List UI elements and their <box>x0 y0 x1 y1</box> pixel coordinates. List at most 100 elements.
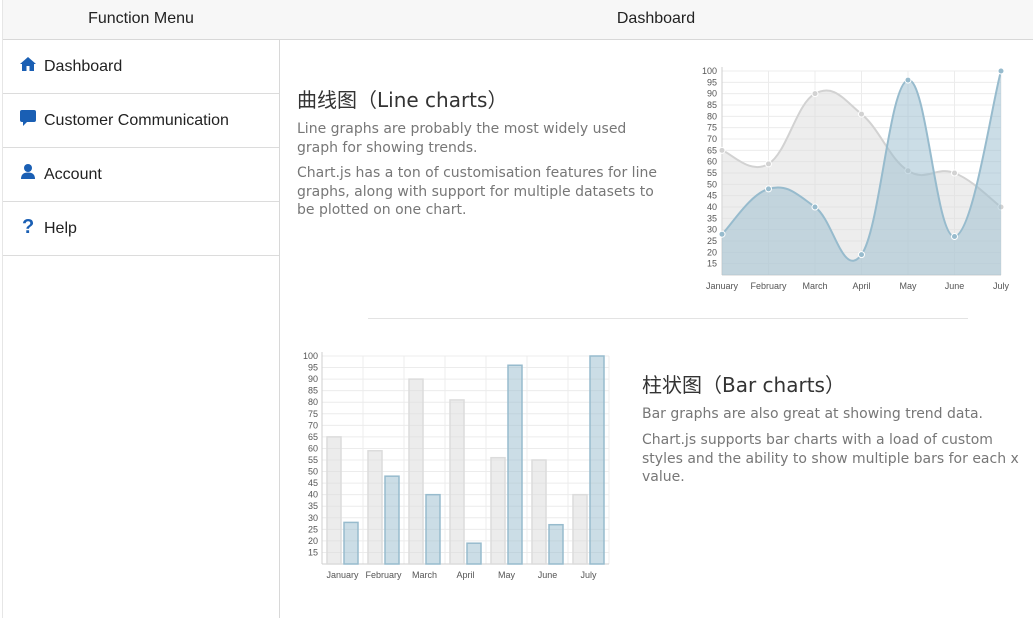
y-tick-label: 85 <box>707 100 717 110</box>
line-section-text-2: Chart.js has a ton of customisation feat… <box>297 165 657 218</box>
bar <box>572 493 588 565</box>
x-tick-label: January <box>706 281 739 291</box>
y-tick-label: 35 <box>308 501 318 511</box>
y-tick-label: 30 <box>707 225 717 235</box>
x-tick-label: June <box>538 570 558 580</box>
y-tick-label: 85 <box>308 386 318 396</box>
bar <box>589 355 605 565</box>
line-section-text-1: Line graphs are probably the most widely… <box>297 121 627 156</box>
x-tick-label: February <box>750 281 787 291</box>
y-tick-label: 75 <box>308 409 318 419</box>
y-tick-label: 25 <box>707 236 717 246</box>
y-tick-label: 60 <box>707 157 717 167</box>
bar-section-title: 柱状图（Bar charts） <box>642 373 845 397</box>
x-tick-label: April <box>852 281 870 291</box>
bar-section-text-1: Bar graphs are also great at showing tre… <box>642 406 983 422</box>
bar-chart: 1520 2530 3540 4550 55 6065 7075 8085 9095 100 Jan… <box>303 351 610 580</box>
user-icon <box>18 162 38 182</box>
sidebar-item-customer-communication[interactable]: Customer Communication <box>3 94 279 148</box>
data-point <box>718 230 726 238</box>
sidebar-item-help[interactable]: ? Help <box>3 202 279 256</box>
data-point <box>765 160 772 168</box>
x-tick-label: June <box>945 281 965 291</box>
x-tick-label: March <box>802 281 827 291</box>
x-tick-label: April <box>456 570 474 580</box>
y-tick-label: 25 <box>308 524 318 534</box>
data-point <box>765 185 772 193</box>
y-tick-label: 30 <box>308 513 318 523</box>
sidebar-item-account[interactable]: Account <box>3 148 279 202</box>
svg-text:?: ? <box>22 216 34 236</box>
y-tick-label: 35 <box>707 213 717 223</box>
bar <box>425 493 441 565</box>
line-section-title: 曲线图（Line charts） <box>297 88 508 112</box>
y-tick-label: 50 <box>707 179 717 189</box>
bar <box>326 436 342 565</box>
x-tick-label: March <box>412 570 437 580</box>
bar <box>367 450 383 565</box>
bar <box>531 459 547 565</box>
x-tick-label: July <box>580 570 597 580</box>
y-tick-label: 15 <box>308 547 318 557</box>
y-tick-label: 100 <box>303 351 318 361</box>
y-tick-label: 20 <box>308 536 318 546</box>
y-tick-label: 45 <box>707 191 717 201</box>
y-tick-label: 90 <box>308 374 318 384</box>
bar-section-text-2: Chart.js supports bar charts with a load… <box>642 432 1019 485</box>
data-point <box>951 232 958 240</box>
data-point <box>997 67 1005 75</box>
x-tick-label: January <box>326 570 359 580</box>
y-tick-label: 20 <box>707 247 717 257</box>
y-tick-label: 100 <box>702 66 717 76</box>
y-tick-label: 75 <box>707 123 717 133</box>
y-tick-label: 15 <box>707 259 717 269</box>
data-point <box>858 251 865 259</box>
data-point <box>718 146 726 154</box>
line-chart: 15 202530 354045 505560 657075 808590 95100 Jan… <box>702 66 1010 291</box>
x-tick-label: February <box>365 570 402 580</box>
y-tick-label: 95 <box>707 77 717 87</box>
y-tick-label: 40 <box>707 202 717 212</box>
y-tick-label: 50 <box>308 467 318 477</box>
section-divider <box>368 318 968 319</box>
bar <box>548 523 564 565</box>
sidebar-item-label: Help <box>44 219 77 237</box>
y-tick-label: 40 <box>308 490 318 500</box>
y-tick-label: 70 <box>308 420 318 430</box>
data-point <box>951 169 958 177</box>
bar <box>466 542 482 565</box>
sidebar-item-dashboard[interactable]: Dashboard <box>3 40 279 94</box>
y-tick-label: 65 <box>308 432 318 442</box>
data-point <box>904 76 912 84</box>
y-tick-label: 80 <box>308 397 318 407</box>
y-tick-label: 70 <box>707 134 717 144</box>
bar <box>343 521 359 565</box>
x-tick-label: May <box>899 281 917 291</box>
data-point <box>811 90 819 98</box>
sidebar-item-label: Customer Communication <box>44 111 229 129</box>
bar <box>449 399 465 565</box>
y-tick-label: 80 <box>707 111 717 121</box>
sidebar-title: Function Menu <box>3 0 279 40</box>
bar <box>507 364 523 565</box>
bar <box>408 378 424 565</box>
y-tick-label: 60 <box>308 443 318 453</box>
y-tick-label: 95 <box>308 363 318 373</box>
question-icon: ? <box>18 216 38 236</box>
bar <box>490 456 506 565</box>
sidebar: Function Menu Dashboard Customer Communi… <box>2 0 280 618</box>
x-tick-label: July <box>993 281 1010 291</box>
y-tick-label: 65 <box>707 145 717 155</box>
page-title: Dashboard <box>279 0 1033 40</box>
bar <box>384 475 400 565</box>
y-tick-label: 45 <box>308 478 318 488</box>
sidebar-item-label: Dashboard <box>44 57 123 75</box>
data-point <box>811 203 819 211</box>
data-point <box>858 110 865 118</box>
chat-icon <box>18 108 38 128</box>
y-tick-label: 55 <box>308 455 318 465</box>
sidebar-item-label: Account <box>44 165 102 183</box>
x-tick-label: May <box>498 570 516 580</box>
y-tick-label: 90 <box>707 89 717 99</box>
y-tick-label: 55 <box>707 168 717 178</box>
